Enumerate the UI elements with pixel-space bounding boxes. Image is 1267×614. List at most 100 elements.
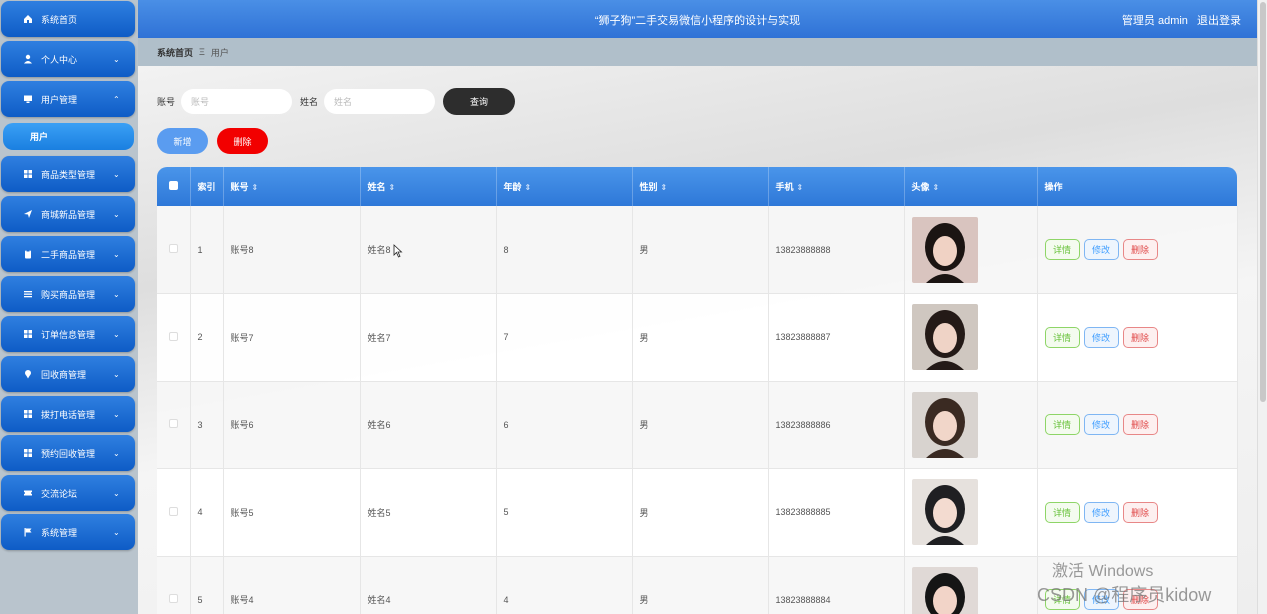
table-row[interactable]: 2 账号7 姓名7 7 男 13823888887 详情 修改 删除 [157, 293, 1238, 382]
sidebar-item-orders[interactable]: 订单信息管理 ⌄ [1, 316, 135, 352]
row-select-cell[interactable] [157, 468, 191, 557]
actions-cell: 详情 修改 删除 [1037, 468, 1238, 557]
delete-row-button[interactable]: 删除 [1122, 501, 1158, 523]
mouse-cursor-icon [393, 244, 403, 261]
avatar-image [911, 391, 978, 458]
account-label: 账号 [157, 97, 176, 107]
sidebar-item-label: 拨打电话管理 [41, 409, 96, 420]
chevron-down-icon: ⌄ [113, 329, 120, 339]
clipboard-icon [21, 249, 35, 259]
sidebar-item-profile[interactable]: 个人中心 ⌄ [1, 41, 135, 77]
sidebar-item-secondhand[interactable]: 二手商品管理 ⌄ [1, 236, 135, 272]
name-cell: 姓名6 [360, 381, 497, 469]
sidebar-item-label: 系统首页 [41, 14, 78, 25]
name-label: 姓名 [300, 97, 319, 107]
edit-button[interactable]: 修改 [1083, 326, 1119, 348]
detail-button[interactable]: 详情 [1044, 326, 1080, 348]
account-cell: 账号4 [223, 556, 361, 614]
grid-icon [21, 409, 35, 419]
row-checkbox[interactable] [168, 331, 178, 341]
delete-row-button[interactable]: 删除 [1122, 414, 1158, 436]
avatar-image [911, 566, 978, 614]
avatar-cell [904, 381, 1038, 469]
row-select-cell[interactable] [157, 381, 191, 469]
edit-button[interactable]: 修改 [1083, 414, 1119, 436]
select-all-cell[interactable] [157, 167, 191, 206]
phone-cell: 13823888884 [768, 556, 905, 614]
sidebar-item-new-products[interactable]: 商城新品管理 ⌄ [1, 196, 135, 232]
account-cell: 账号6 [223, 381, 361, 469]
header-user-area: 管理员 admin 退出登录 [1116, 12, 1241, 28]
column-header-name[interactable]: 姓名 ⇕ [360, 167, 497, 206]
detail-button[interactable]: 详情 [1044, 501, 1080, 523]
add-button[interactable]: 新增 [157, 128, 208, 154]
index-cell: 1 [190, 206, 224, 294]
row-select-cell[interactable] [157, 206, 191, 294]
sidebar-item-label: 商品类型管理 [41, 169, 96, 180]
row-checkbox[interactable] [168, 244, 178, 253]
name-input[interactable] [324, 89, 436, 114]
delete-row-button[interactable]: 删除 [1122, 239, 1158, 260]
page-scrollbar[interactable] [1257, 0, 1267, 614]
detail-button[interactable]: 详情 [1044, 414, 1080, 436]
select-all-checkbox[interactable] [168, 181, 178, 190]
sort-icon[interactable]: ⇕ [797, 183, 804, 192]
breadcrumb-home[interactable]: 系统首页 [157, 46, 193, 59]
column-label: 性别 [639, 182, 658, 192]
row-select-cell[interactable] [157, 556, 191, 614]
phone-cell: 13823888887 [768, 293, 905, 382]
sidebar-item-appointments[interactable]: 预约回收管理 ⌄ [1, 435, 135, 471]
breadcrumb-separator: Ξ [199, 47, 205, 57]
phone-cell: 13823888886 [768, 381, 905, 469]
age-cell: 6 [496, 381, 633, 469]
column-header-age[interactable]: 年龄 ⇕ [496, 167, 633, 206]
batch-delete-button[interactable]: 删除 [217, 128, 268, 154]
edit-button[interactable]: 修改 [1083, 501, 1119, 523]
scrollbar-thumb[interactable] [1260, 2, 1266, 402]
detail-button[interactable]: 详情 [1044, 239, 1080, 260]
edit-button[interactable]: 修改 [1083, 239, 1119, 260]
sidebar-item-forum[interactable]: 交流论坛 ⌄ [1, 475, 135, 511]
name-cell: 姓名4 [360, 556, 497, 614]
grid-icon [21, 329, 35, 339]
sidebar-item-phone[interactable]: 拨打电话管理 ⌄ [1, 396, 135, 432]
chevron-down-icon: ⌄ [113, 409, 120, 419]
account-cell: 账号7 [223, 293, 361, 382]
sidebar-item-user-management[interactable]: 用户管理 ⌃ [1, 81, 135, 117]
column-header-avatar[interactable]: 头像 ⇕ [904, 167, 1038, 206]
column-label: 操作 [1044, 182, 1063, 192]
sidebar-item-home[interactable]: 系统首页 [1, 1, 135, 37]
column-header-account[interactable]: 账号 ⇕ [223, 167, 361, 206]
query-button[interactable]: 查询 [443, 88, 516, 115]
column-header-phone[interactable]: 手机 ⇕ [768, 167, 905, 206]
sidebar-item-purchase[interactable]: 购买商品管理 ⌄ [1, 276, 135, 312]
account-input[interactable] [181, 89, 293, 114]
app-title: “狮子狗”二手交易微信小程序的设计与实现 [594, 15, 801, 27]
actions-cell: 详情 修改 删除 [1037, 293, 1238, 382]
sidebar-item-recyclers[interactable]: 回收商管理 ⌄ [1, 356, 135, 392]
table-header-row: 索引 账号 ⇕ 姓名 ⇕ 年龄 ⇕ 性别 ⇕ 手机 ⇕ 头像 ⇕ 操作 [157, 167, 1237, 206]
sidebar-item-category-management[interactable]: 商品类型管理 ⌄ [1, 156, 135, 192]
row-checkbox[interactable] [168, 506, 178, 516]
windows-activation-watermark: 激活 Windows [1052, 563, 1154, 580]
column-header-gender[interactable]: 性别 ⇕ [632, 167, 769, 206]
sort-icon[interactable]: ⇕ [389, 183, 396, 192]
table-row[interactable]: 4 账号5 姓名5 5 男 13823888885 详情 修改 删除 [157, 468, 1238, 557]
table-row[interactable]: 3 账号6 姓名6 6 男 13823888886 详情 修改 删除 [157, 381, 1238, 469]
row-checkbox[interactable] [168, 419, 178, 429]
row-select-cell[interactable] [157, 293, 191, 382]
account-cell: 账号5 [223, 468, 361, 557]
row-checkbox[interactable] [168, 594, 178, 604]
sidebar-item-label: 预约回收管理 [41, 448, 96, 459]
sort-icon[interactable]: ⇕ [525, 183, 532, 192]
sidebar-subitem-user[interactable]: 用户 [3, 123, 134, 150]
sort-icon[interactable]: ⇕ [252, 183, 259, 192]
table-row[interactable]: 1 账号8 姓名8 8 男 13823888888 详情 修改 删除 [157, 206, 1238, 294]
delete-row-button[interactable]: 删除 [1122, 326, 1158, 348]
sort-icon[interactable]: ⇕ [933, 183, 940, 192]
chevron-down-icon: ⌄ [113, 54, 120, 64]
logout-link[interactable]: 退出登录 [1197, 15, 1241, 27]
sidebar-subitem-label: 用户 [30, 132, 49, 142]
sort-icon[interactable]: ⇕ [661, 183, 668, 192]
sidebar-item-system[interactable]: 系统管理 ⌄ [1, 514, 135, 550]
